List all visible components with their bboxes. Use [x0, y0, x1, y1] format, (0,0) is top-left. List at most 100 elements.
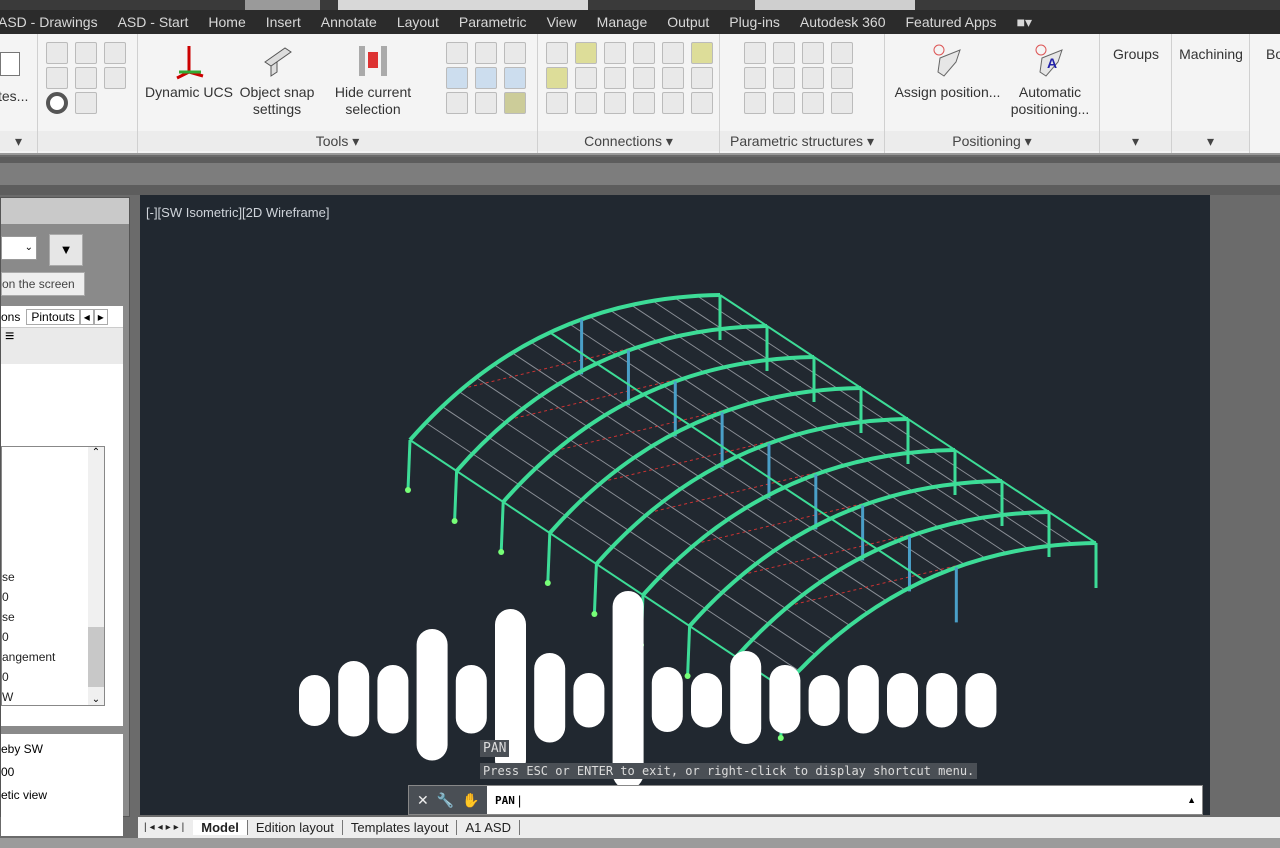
- layout-nav-arrows[interactable]: |◂◂▸▸|: [138, 822, 193, 833]
- tab-asd-drawings[interactable]: ASD - Drawings: [0, 14, 108, 30]
- tab-insert[interactable]: Insert: [256, 14, 311, 30]
- tool-icon[interactable]: [46, 42, 68, 64]
- palette-toolbar-icon[interactable]: ≡: [1, 328, 123, 364]
- list-item[interactable]: 0: [2, 587, 55, 607]
- tool-icon[interactable]: [831, 92, 853, 114]
- tab-layout[interactable]: Layout: [387, 14, 449, 30]
- tool-icon[interactable]: [802, 67, 824, 89]
- palette-dropdown[interactable]: ⌄: [1, 236, 37, 260]
- close-icon[interactable]: ✕: [417, 792, 429, 809]
- model-viewport[interactable]: [-][SW Isometric][2D Wireframe] PAN Pres…: [140, 195, 1210, 815]
- palette-tab[interactable]: ons: [1, 310, 26, 324]
- tab-asd-start[interactable]: ASD - Start: [108, 14, 199, 30]
- layout-tab-a1-asd[interactable]: A1 ASD: [457, 820, 520, 835]
- layout-tab-templates[interactable]: Templates layout: [343, 820, 458, 835]
- tool-icon[interactable]: [604, 92, 626, 114]
- list-item[interactable]: angement: [2, 647, 55, 667]
- tool-icon[interactable]: [104, 42, 126, 64]
- layout-tab-edition[interactable]: Edition layout: [248, 820, 343, 835]
- partial-button-label[interactable]: tes...: [0, 88, 28, 105]
- wrench-icon[interactable]: 🔧: [437, 792, 454, 809]
- tool-icon[interactable]: [633, 42, 655, 64]
- tool-icon[interactable]: [662, 92, 684, 114]
- tool-icon[interactable]: [802, 42, 824, 64]
- connections-panel-label[interactable]: Connections ▾: [538, 131, 719, 151]
- tool-icon[interactable]: [831, 67, 853, 89]
- tool-icon[interactable]: [546, 42, 568, 64]
- list-item[interactable]: W: [2, 687, 55, 707]
- list-item[interactable]: 0: [2, 667, 55, 687]
- list-scrollbar[interactable]: ⌃ ⌄: [88, 447, 104, 705]
- tab-output[interactable]: Output: [657, 14, 719, 30]
- tool-icon[interactable]: [662, 67, 684, 89]
- tool-icon[interactable]: [446, 67, 468, 89]
- video-icon[interactable]: ■▾: [1007, 14, 1042, 31]
- tool-icon[interactable]: [504, 67, 526, 89]
- tool-icon[interactable]: [75, 92, 97, 114]
- tab-scroll-right[interactable]: ▸: [93, 308, 108, 325]
- tool-icon[interactable]: [504, 92, 526, 114]
- tool-icon[interactable]: [75, 67, 97, 89]
- tool-icon[interactable]: [633, 92, 655, 114]
- tool-icon[interactable]: [691, 92, 713, 114]
- tool-icon[interactable]: [662, 42, 684, 64]
- tool-icon[interactable]: [744, 92, 766, 114]
- tool-icon[interactable]: [691, 42, 713, 64]
- circle-icon[interactable]: [46, 92, 68, 114]
- tool-icon[interactable]: [744, 67, 766, 89]
- positioning-panel-label[interactable]: Positioning ▾: [885, 131, 1099, 151]
- tool-icon[interactable]: [575, 67, 597, 89]
- command-history-toggle[interactable]: ▲: [1187, 795, 1196, 805]
- tab-manage[interactable]: Manage: [587, 14, 658, 30]
- tab-view[interactable]: View: [537, 14, 587, 30]
- hide-selection-button[interactable]: Hide current selection: [328, 42, 418, 118]
- tool-icon[interactable]: [773, 92, 795, 114]
- tab-parametric[interactable]: Parametric: [449, 14, 537, 30]
- tool-icon[interactable]: [475, 67, 497, 89]
- tools-panel-label[interactable]: Tools ▾: [138, 131, 537, 151]
- automatic-positioning-button[interactable]: A Automatic positioning...: [1005, 42, 1095, 118]
- object-snap-button[interactable]: Object snap settings: [235, 42, 319, 118]
- tab-autodesk-360[interactable]: Autodesk 360: [790, 14, 896, 30]
- tool-icon[interactable]: [546, 92, 568, 114]
- tool-icon[interactable]: [691, 67, 713, 89]
- tab-scroll-left[interactable]: ◂: [79, 308, 94, 325]
- tab-annotate[interactable]: Annotate: [311, 14, 387, 30]
- tool-icon[interactable]: [575, 92, 597, 114]
- machining-expand[interactable]: ▾: [1172, 131, 1249, 151]
- tool-icon[interactable]: [104, 67, 126, 89]
- list-item[interactable]: se: [2, 607, 55, 627]
- tool-icon[interactable]: [633, 67, 655, 89]
- tool-icon[interactable]: [744, 42, 766, 64]
- tool-icon[interactable]: [475, 92, 497, 114]
- tool-icon[interactable]: [446, 42, 468, 64]
- tab-home[interactable]: Home: [198, 14, 255, 30]
- tool-icon[interactable]: [446, 92, 468, 114]
- parametric-panel-label[interactable]: Parametric structures ▾: [720, 131, 884, 151]
- dynamic-ucs-button[interactable]: Dynamic UCS: [143, 42, 235, 101]
- tool-icon[interactable]: [802, 92, 824, 114]
- tab-featured-apps[interactable]: Featured Apps: [896, 14, 1007, 30]
- command-input[interactable]: PAN: [495, 794, 515, 807]
- tool-icon[interactable]: [546, 67, 568, 89]
- tool-icon[interactable]: [831, 42, 853, 64]
- tool-icon[interactable]: [604, 67, 626, 89]
- panel-machining[interactable]: Machining ▾: [1172, 34, 1250, 153]
- scroll-thumb[interactable]: [88, 627, 104, 687]
- panel-partial-right[interactable]: Bo: [1250, 34, 1280, 153]
- tool-icon[interactable]: [575, 42, 597, 64]
- tool-icon[interactable]: [773, 42, 795, 64]
- filter-icon[interactable]: ▼: [49, 234, 83, 266]
- panel-groups[interactable]: Groups ▾: [1100, 34, 1172, 153]
- tool-icon[interactable]: [46, 67, 68, 89]
- tool-icon[interactable]: [475, 42, 497, 64]
- groups-expand[interactable]: ▾: [1100, 131, 1171, 151]
- tab-plug-ins[interactable]: Plug-ins: [719, 14, 790, 30]
- tool-icon[interactable]: [504, 42, 526, 64]
- list-item[interactable]: se: [2, 567, 55, 587]
- tool-icon[interactable]: [75, 42, 97, 64]
- tool-icon[interactable]: [773, 67, 795, 89]
- tool-icon[interactable]: [604, 42, 626, 64]
- assign-position-button[interactable]: Assign position...: [890, 42, 1005, 101]
- palette-tab-printouts[interactable]: Pintouts: [26, 308, 80, 325]
